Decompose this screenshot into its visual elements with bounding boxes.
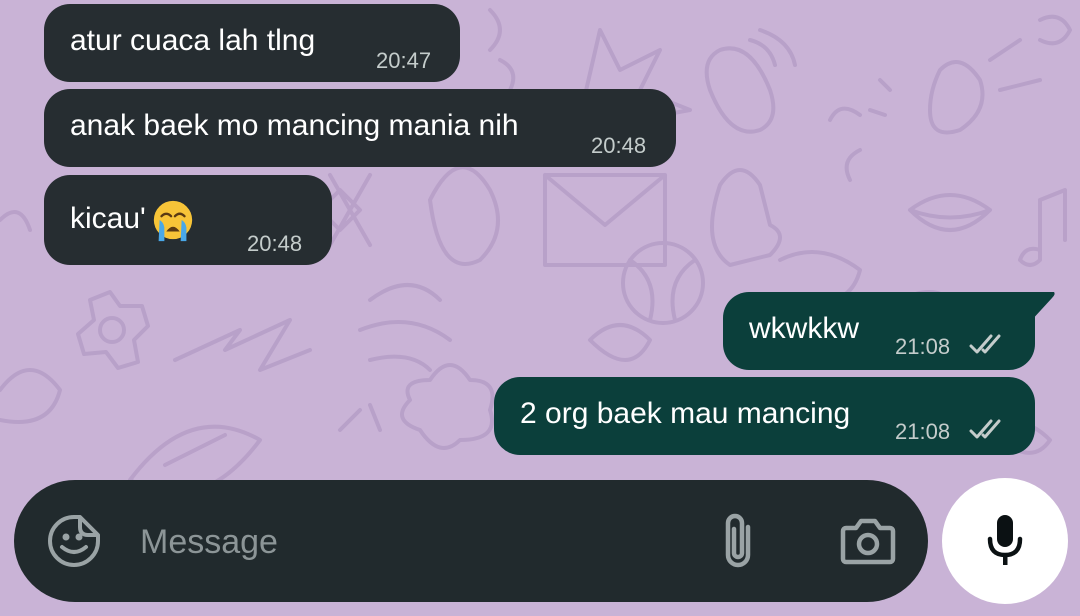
incoming-message[interactable]: anak baek mo mancing mania nih 20:48 <box>44 89 676 167</box>
message-tail <box>1020 292 1055 322</box>
incoming-message[interactable]: kicau' 20:48 <box>44 175 332 265</box>
message-time: 20:48 <box>247 231 303 256</box>
camera-icon[interactable] <box>840 516 896 566</box>
double-check-icon <box>969 419 1001 439</box>
message-text: 2 org baek mau mancing <box>520 397 851 430</box>
message-time: 21:08 <box>895 419 951 444</box>
message-composer <box>14 480 928 602</box>
incoming-message[interactable]: atur cuaca lah tlng 20:47 <box>44 4 460 82</box>
outgoing-message[interactable]: 2 org baek mau mancing 21:08 <box>494 377 1035 455</box>
message-time: 20:48 <box>591 133 647 158</box>
message-time: 21:08 <box>895 334 951 359</box>
attach-icon[interactable] <box>718 511 758 571</box>
message-text-content: kicau' <box>70 201 146 235</box>
message-text: atur cuaca lah tlng <box>70 24 316 57</box>
message-time: 20:47 <box>376 48 432 73</box>
loudly-crying-face-emoji <box>153 200 192 242</box>
sticker-icon[interactable] <box>46 513 102 569</box>
double-check-icon <box>969 334 1001 354</box>
microphone-button[interactable] <box>942 478 1068 604</box>
microphone-icon <box>987 515 1023 565</box>
message-text: wkwkkw <box>749 312 859 345</box>
message-text: anak baek mo mancing mania nih <box>70 109 519 142</box>
message-text: kicau' <box>70 197 196 243</box>
outgoing-message[interactable]: wkwkkw 21:08 <box>723 292 1035 370</box>
message-input[interactable] <box>138 510 702 574</box>
